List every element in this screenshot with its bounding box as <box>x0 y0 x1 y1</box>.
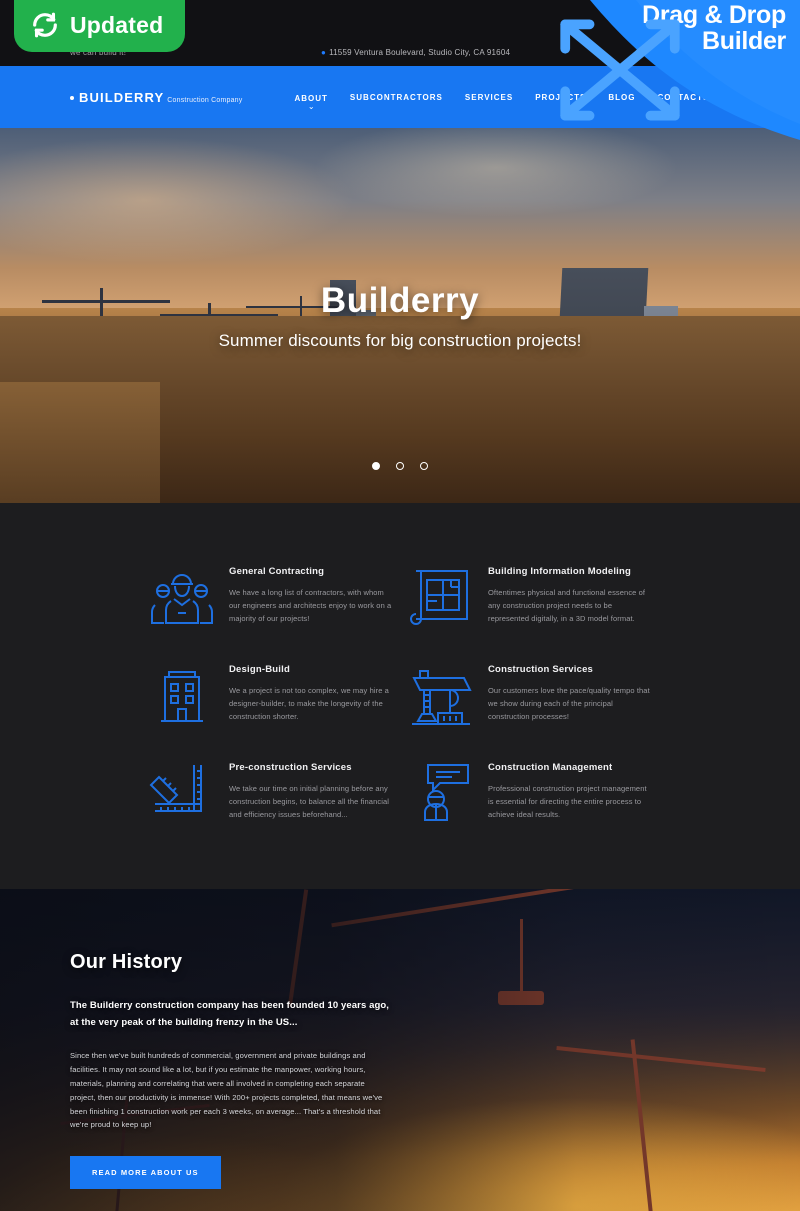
slider-pagination <box>372 462 428 470</box>
refresh-icon <box>33 12 57 38</box>
site-header: BUILDERRY Construction Company ABOUT ⌄ S… <box>0 66 800 128</box>
logo-name: BUILDERRY <box>79 89 165 105</box>
history-body-text: Since then we've built hundreds of comme… <box>70 1051 383 1130</box>
hero-slider: Builderry Summer discounts for big const… <box>0 128 800 503</box>
hero-content: Builderry Summer discounts for big const… <box>0 128 800 503</box>
construction-workers-icon <box>147 561 217 631</box>
main-navigation: ABOUT ⌄ SUBCONTRACTORS SERVICES PROJECTS… <box>294 88 709 111</box>
site-logo[interactable]: BUILDERRY Construction Company <box>70 90 242 105</box>
hero-title: Builderry <box>320 280 480 320</box>
building-icon <box>147 659 217 729</box>
service-card[interactable]: General Contracting We have a long list … <box>147 561 394 631</box>
service-title: Construction Management <box>488 762 613 773</box>
service-card[interactable]: Building Information Modeling Oftentimes… <box>406 561 653 631</box>
services-section: General Contracting We have a long list … <box>0 503 800 889</box>
address-text: 11559 Ventura Boulevard, Studio City, CA… <box>329 48 511 57</box>
slider-dot-3[interactable] <box>420 462 428 470</box>
service-description: Professional construction project manage… <box>488 784 647 819</box>
service-card[interactable]: Construction Management Professional con… <box>406 757 653 827</box>
nav-item-blog[interactable]: BLOG <box>608 93 635 102</box>
nav-item-subcontractors[interactable]: SUBCONTRACTORS <box>350 93 443 102</box>
logo-subtitle: Construction Company <box>167 96 243 104</box>
service-card[interactable]: Design-Build We a project is not too com… <box>147 659 394 729</box>
service-title: Pre-construction Services <box>229 762 352 773</box>
nav-item-services[interactable]: SERVICES <box>465 93 513 102</box>
updated-badge-label: Updated <box>70 11 164 38</box>
manager-speech-icon <box>406 757 476 827</box>
service-description: We a project is not too complex, we may … <box>229 686 389 721</box>
slider-dot-2[interactable] <box>396 462 404 470</box>
service-description: Our customers love the pace/quality temp… <box>488 686 650 721</box>
service-card[interactable]: Construction Services Our customers love… <box>406 659 653 729</box>
service-title: Building Information Modeling <box>488 566 632 577</box>
service-description: We take our time on initial planning bef… <box>229 784 389 819</box>
twitter-icon[interactable]: ✒ <box>722 47 730 58</box>
facebook-icon[interactable]: f <box>705 48 708 58</box>
blueprint-icon <box>406 561 476 631</box>
social-links: f ✒ <box>705 47 730 58</box>
top-bar-address: ● 11559 Ventura Boulevard, Studio City, … <box>321 48 510 57</box>
hero-subtitle: Summer discounts for big construction pr… <box>218 330 582 350</box>
service-card[interactable]: Pre-construction Services We take our ti… <box>147 757 394 827</box>
services-grid: General Contracting We have a long list … <box>147 561 653 827</box>
service-description: Oftentimes physical and functional essen… <box>488 588 646 623</box>
history-lead-text: The Builderry construction company has b… <box>70 1000 390 1028</box>
nav-item-about-wrapper: ABOUT ⌄ <box>294 88 327 111</box>
chevron-down-icon[interactable]: ⌄ <box>308 103 315 111</box>
nav-item-contacts[interactable]: CONTACTS <box>657 93 709 102</box>
service-title: Construction Services <box>488 664 594 675</box>
ruler-square-icon <box>147 757 217 827</box>
nav-item-projects[interactable]: PROJECTS <box>535 93 586 102</box>
history-content: Our History The Builderry construction c… <box>70 889 730 1190</box>
location-pin-icon: ● <box>321 47 327 57</box>
service-description: We have a long list of contractors, with… <box>229 588 392 623</box>
history-section: Our History The Builderry construction c… <box>0 889 800 1211</box>
updated-badge: Updated <box>14 0 186 52</box>
slider-dot-1[interactable] <box>372 462 380 470</box>
logo-dot-icon <box>70 95 74 100</box>
service-title: General Contracting <box>229 566 325 577</box>
history-title: Our History <box>70 951 183 973</box>
tower-crane-icon <box>406 659 476 729</box>
service-title: Design-Build <box>229 664 290 675</box>
page-root: we can build it! ● 11559 Ventura Bouleva… <box>0 0 800 1211</box>
read-more-about-us-button[interactable]: READ MORE ABOUT US <box>70 1156 221 1190</box>
